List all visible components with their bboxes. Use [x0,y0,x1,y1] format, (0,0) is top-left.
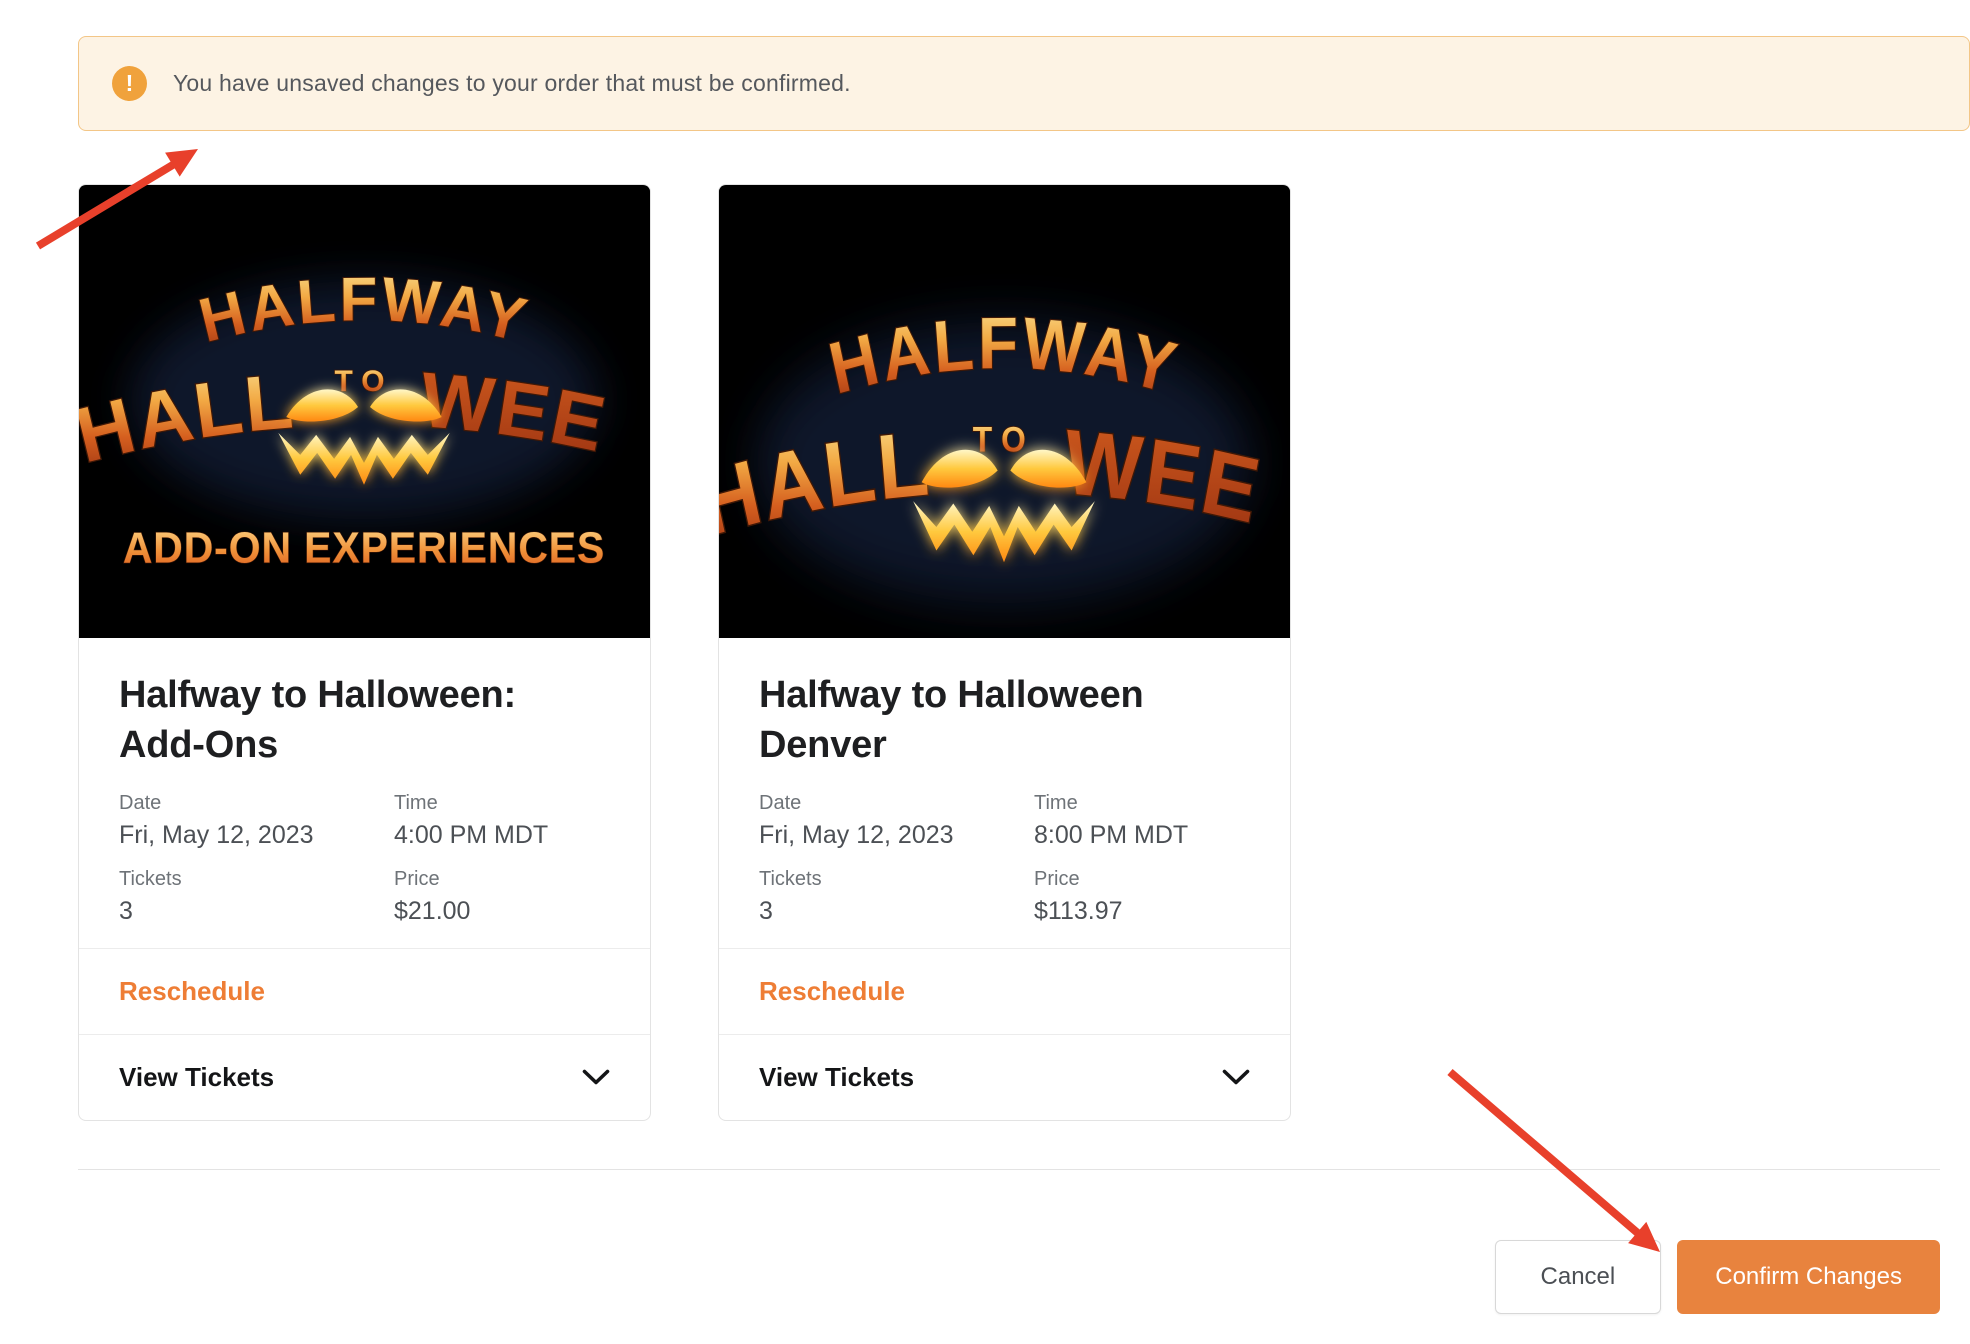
field-label: Date [119,792,394,815]
field-label: Date [759,792,1034,815]
field-label: Time [1034,792,1250,815]
field-value: 8:00 PM MDT [1034,821,1250,850]
cancel-button[interactable]: Cancel [1495,1240,1662,1314]
field-label: Price [394,868,610,891]
field-label: Price [1034,868,1250,891]
reschedule-link[interactable]: Reschedule [79,948,650,1034]
field-date: Date Fri, May 12, 2023 [119,792,394,850]
view-tickets-label: View Tickets [119,1062,274,1093]
unsaved-changes-banner: ! You have unsaved changes to your order… [78,36,1970,131]
order-items: HALFWAY TO HALL WEEN ADD-ON EXPERIENCES [78,184,1970,1121]
card-body: Halfway to Halloween Denver Date Fri, Ma… [719,638,1290,948]
order-item-card-addons: HALFWAY TO HALL WEEN ADD-ON EXPERIENCES [78,184,651,1121]
field-tickets: Tickets 3 [759,868,1034,926]
field-value: 4:00 PM MDT [394,821,610,850]
footer-actions: Cancel Confirm Changes [78,1240,1940,1314]
view-tickets-toggle[interactable]: View Tickets [719,1034,1290,1120]
reschedule-link[interactable]: Reschedule [719,948,1290,1034]
poster-image: HALFWAY TO HALL WEEN ADD-ON EXPERIENCES [79,185,650,638]
event-fields: Date Fri, May 12, 2023 Time 8:00 PM MDT … [759,792,1250,926]
field-value: 3 [759,897,1034,926]
footer-divider [78,1169,1940,1170]
poster-image: HALFWAY TO HALL WEEN [719,185,1290,638]
field-label: Tickets [759,868,1034,891]
field-tickets: Tickets 3 [119,868,394,926]
event-fields: Date Fri, May 12, 2023 Time 4:00 PM MDT … [119,792,610,926]
view-tickets-toggle[interactable]: View Tickets [79,1034,650,1120]
field-label: Tickets [119,868,394,891]
field-value: Fri, May 12, 2023 [759,821,1034,850]
field-value: 3 [119,897,394,926]
poster-subtitle: ADD-ON EXPERIENCES [123,523,605,572]
order-edit-page: ! You have unsaved changes to your order… [0,36,1970,1344]
field-time: Time 4:00 PM MDT [394,792,610,850]
banner-message: You have unsaved changes to your order t… [173,70,851,97]
field-value: $113.97 [1034,897,1250,926]
order-item-card-denver: HALFWAY TO HALL WEEN Halfway to Hallowee… [718,184,1291,1121]
confirm-changes-button[interactable]: Confirm Changes [1677,1240,1940,1314]
field-price: Price $113.97 [1034,868,1250,926]
chevron-down-icon [1222,1069,1250,1086]
field-price: Price $21.00 [394,868,610,926]
card-body: Halfway to Halloween: Add-Ons Date Fri, … [79,638,650,948]
field-date: Date Fri, May 12, 2023 [759,792,1034,850]
field-value: Fri, May 12, 2023 [119,821,394,850]
field-value: $21.00 [394,897,610,926]
field-label: Time [394,792,610,815]
field-time: Time 8:00 PM MDT [1034,792,1250,850]
view-tickets-label: View Tickets [759,1062,914,1093]
alert-icon: ! [112,66,147,101]
event-title: Halfway to Halloween: Add-Ons [119,670,610,770]
chevron-down-icon [582,1069,610,1086]
logo-line-to: TO [335,365,394,398]
event-title: Halfway to Halloween Denver [759,670,1250,770]
